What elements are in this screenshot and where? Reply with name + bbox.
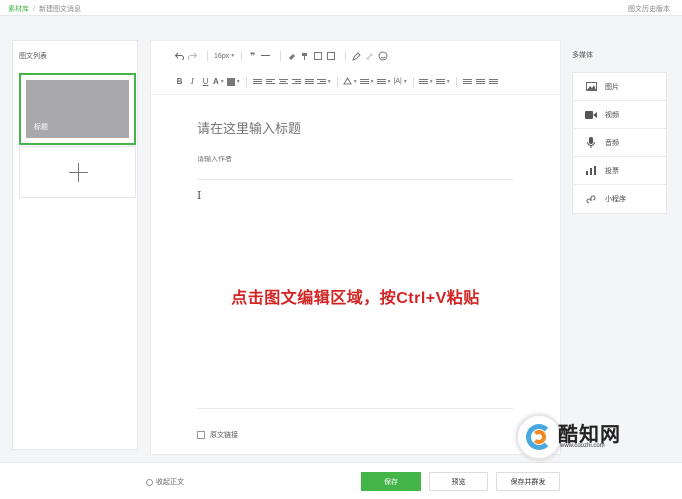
media-item-label: 投票 [605, 167, 619, 175]
media-item-image[interactable]: 图片 [573, 73, 666, 101]
indent-icon[interactable]: ▼ [316, 74, 333, 90]
article-list-panel: 图文列表 标题 [12, 40, 138, 450]
media-item-label: 音频 [605, 139, 619, 147]
author-input[interactable] [197, 156, 517, 163]
align-justify-icon[interactable] [303, 74, 316, 90]
redo-icon[interactable] [186, 48, 199, 64]
video-icon [585, 109, 597, 121]
align-right-icon[interactable] [290, 74, 303, 90]
rtl-icon[interactable] [461, 74, 474, 90]
watermark-url: www.coozhi.com [560, 443, 605, 449]
watermark-logo-icon [516, 414, 562, 460]
add-article-button[interactable] [19, 146, 136, 198]
multimedia-panel: 多媒体 图片 视频 音频 投票 小程序 [572, 40, 668, 450]
original-link-label: 原文链接 [210, 432, 238, 439]
title-input[interactable] [197, 121, 517, 136]
bold-button[interactable]: B [173, 74, 186, 90]
original-link-checkbox[interactable] [197, 431, 205, 439]
pen-icon[interactable] [350, 48, 363, 64]
font-size-value: 16px [214, 52, 230, 60]
multimedia-list: 图片 视频 音频 投票 小程序 [572, 72, 667, 214]
background-color-button[interactable]: ▼ [226, 74, 242, 90]
font-size-select[interactable]: 16px ▼ [212, 48, 237, 64]
preview-button[interactable]: 预览 [429, 472, 488, 491]
history-versions-link[interactable]: 图文历史版本 [628, 4, 670, 14]
article-list-title: 图文列表 [19, 53, 47, 60]
breadcrumb-separator: / [33, 5, 35, 13]
toolbar-divider [336, 76, 338, 87]
footer-bar: 收起正文 保存 预览 保存并群发 [0, 462, 682, 499]
font-color-button[interactable]: A ▼ [212, 74, 226, 90]
article-thumb-label: 标题 [34, 124, 48, 131]
watermark: 酷知网 www.coozhi.com [506, 410, 666, 464]
media-item-video[interactable]: 视频 [573, 101, 666, 129]
toolbar-divider [455, 76, 457, 87]
original-link-option[interactable]: 原文链接 [197, 430, 238, 440]
toolbar-divider [207, 51, 208, 61]
save-button[interactable]: 保存 [361, 472, 421, 491]
table-icon[interactable] [311, 48, 324, 64]
template-icon[interactable] [324, 48, 337, 64]
collapse-icon [146, 478, 153, 486]
mini-program-icon [585, 193, 597, 205]
content-bottom-divider [197, 408, 513, 409]
format-painter-icon[interactable] [298, 48, 311, 64]
multimedia-title: 多媒体 [572, 52, 593, 59]
media-item-audio[interactable]: 音频 [573, 129, 666, 157]
media-item-label: 视频 [605, 111, 619, 119]
breadcrumb-root-link[interactable]: 素材库 [8, 4, 29, 14]
paste-instruction: 点击图文编辑区域，按Ctrl+V粘贴 [231, 290, 480, 307]
media-item-label: 图片 [605, 83, 619, 91]
author-divider [197, 179, 513, 180]
paragraph-format-icon[interactable] [251, 74, 264, 90]
line-height-icon[interactable]: ▼ [342, 74, 359, 90]
align-center-icon[interactable] [277, 74, 290, 90]
media-item-label: 小程序 [605, 196, 626, 203]
toolbar-row-1: 16px ▼ ❞ [151, 45, 560, 67]
toolbar-divider [412, 76, 414, 87]
align-left-icon[interactable] [264, 74, 277, 90]
toolbar-divider [345, 51, 347, 61]
quote-icon[interactable]: ❞ [246, 48, 259, 64]
media-item-vote[interactable]: 投票 [573, 157, 666, 185]
undo-icon[interactable] [173, 48, 186, 64]
collapse-label: 收起正文 [156, 479, 184, 486]
top-bar: 素材库 / 新建图文消息 图文历史版本 [0, 0, 682, 16]
article-thumbnail: 标题 [26, 80, 129, 138]
ltr-icon[interactable] [474, 74, 487, 90]
breadcrumb-current: 新建图文消息 [38, 6, 81, 13]
toolbar-divider [241, 51, 243, 61]
clear-format-icon[interactable] [285, 48, 298, 64]
toolbar-row-2: B I U A ▼ ▼ ▼ ▼ ▼ ▼ |A| ▼ ▼ ▼ [151, 69, 560, 95]
more-icon[interactable] [487, 74, 500, 90]
underline-button[interactable]: U [199, 74, 212, 90]
italic-button[interactable]: I [186, 74, 199, 90]
ordered-list-icon[interactable]: ▼ [418, 74, 435, 90]
toolbar-divider [280, 51, 282, 61]
link-icon[interactable] [363, 48, 376, 64]
chevron-down-icon: ▼ [230, 53, 236, 59]
breadcrumb: 素材库 / 新建图文消息 [8, 4, 81, 14]
media-item-mini-program[interactable]: 小程序 [573, 185, 666, 213]
horizontal-rule-icon[interactable] [259, 48, 272, 64]
article-card-selected[interactable]: 标题 [19, 73, 136, 145]
editor-panel: 16px ▼ ❞ B I U A ▼ ▼ ▼ ▼ ▼ ▼ |A| ▼ ▼ ▼ 请… [150, 40, 561, 455]
vote-icon [585, 165, 597, 177]
image-icon [585, 81, 597, 93]
text-indent-icon[interactable]: |A| ▼ [393, 74, 409, 90]
plus-icon-vertical [78, 163, 79, 182]
emoji-icon[interactable] [376, 48, 389, 64]
save-and-publish-button[interactable]: 保存并群发 [496, 472, 560, 491]
spacing-icon[interactable]: ▼ [359, 74, 376, 90]
toolbar-divider [245, 76, 247, 87]
unordered-list-icon[interactable]: ▼ [435, 74, 452, 90]
microphone-icon [585, 137, 597, 149]
letter-spacing-icon[interactable]: ▼ [376, 74, 393, 90]
text-cursor-icon: I [197, 189, 202, 202]
collapse-content-toggle[interactable]: 收起正文 [146, 477, 184, 487]
